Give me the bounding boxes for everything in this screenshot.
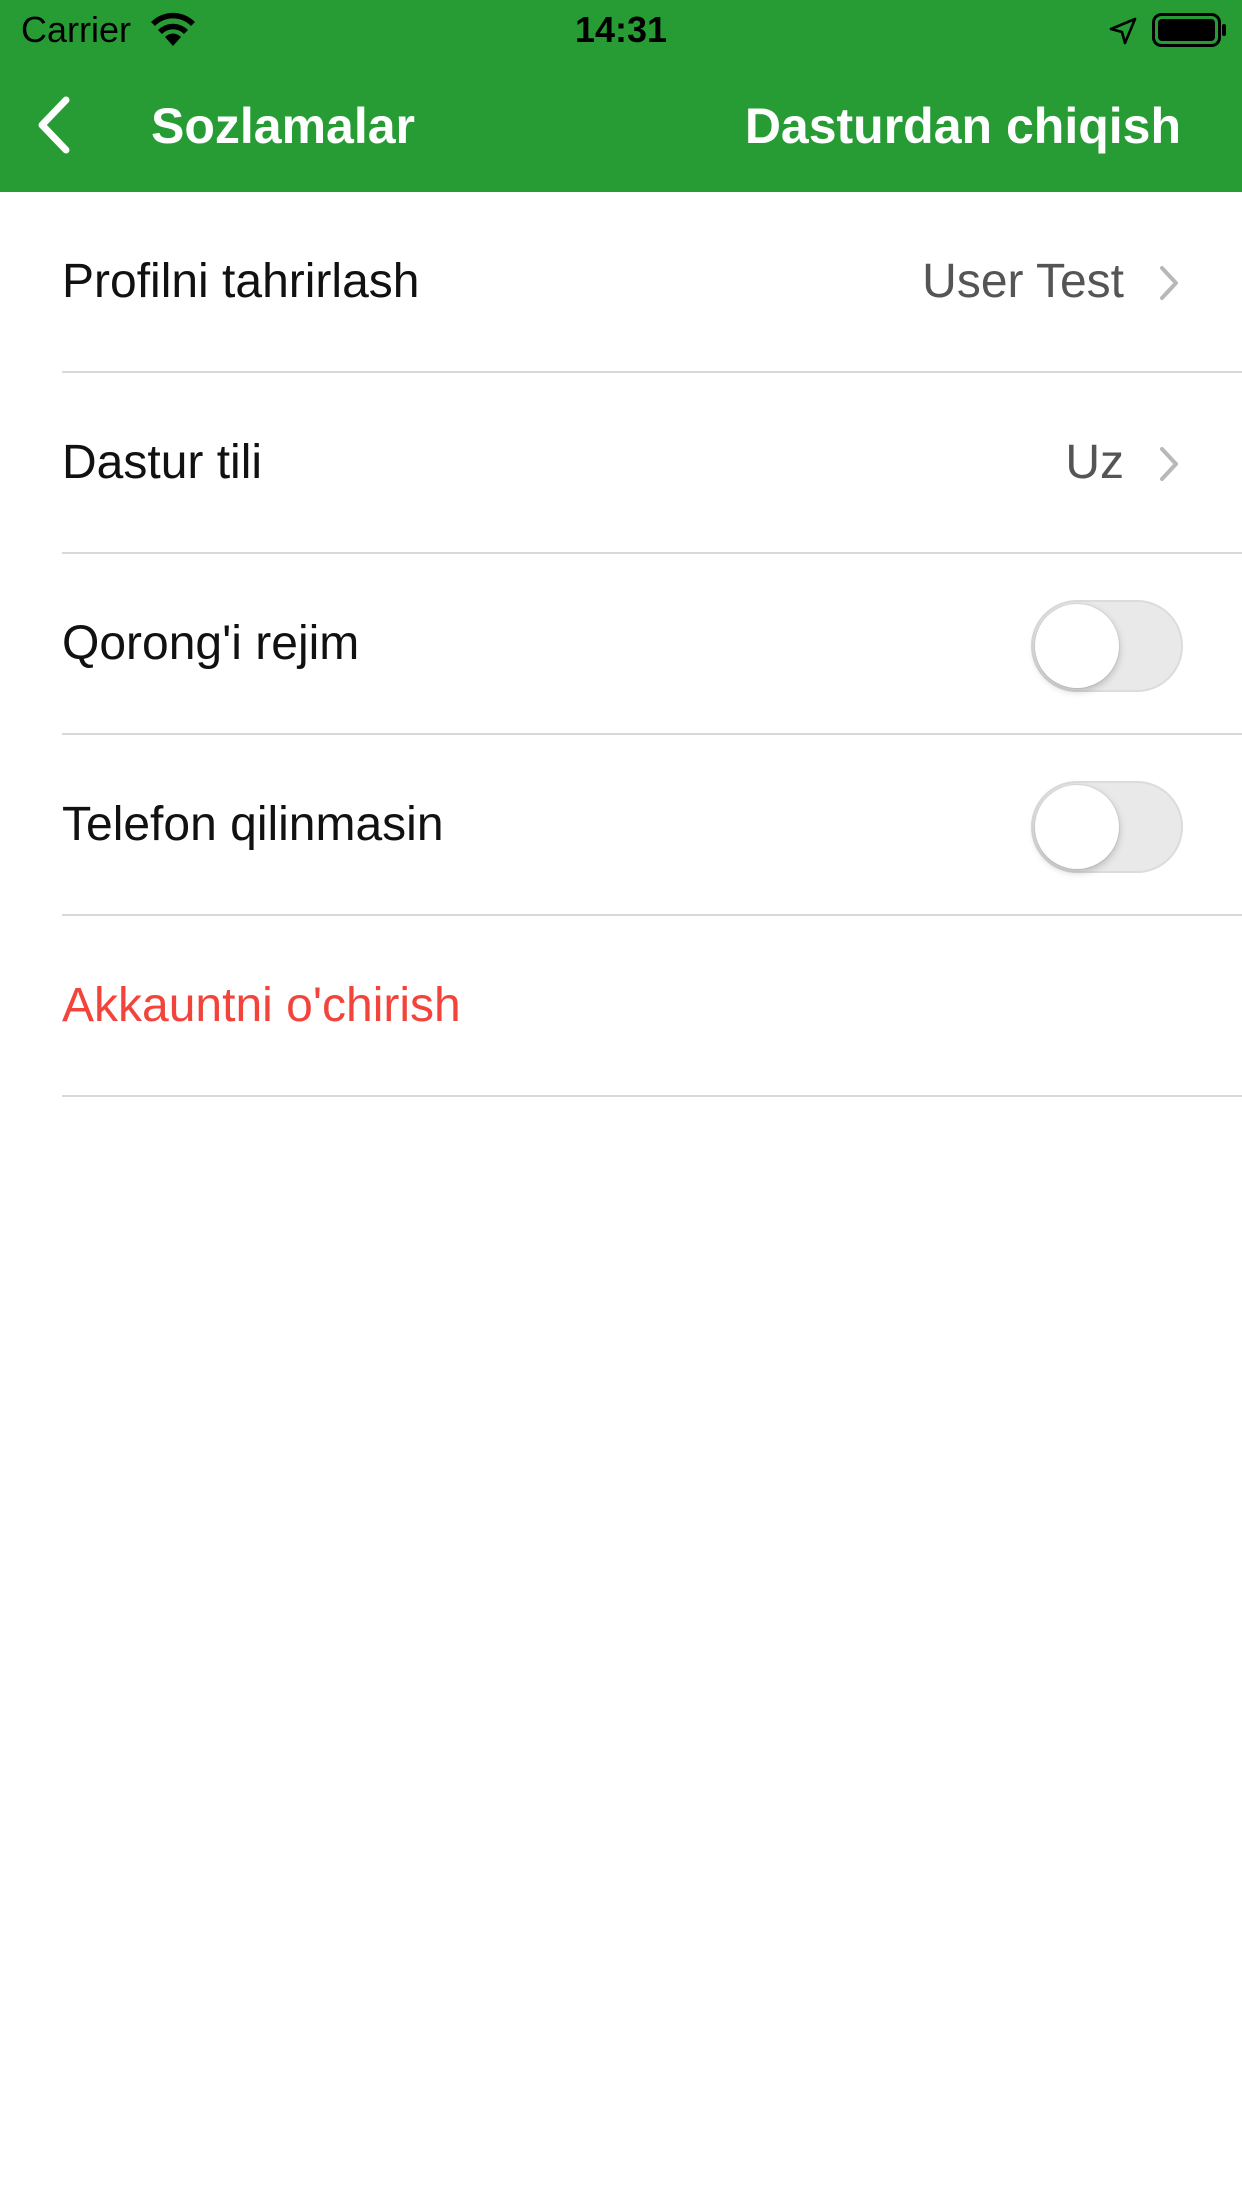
delete-account-label: Akkauntni o'chirish bbox=[62, 979, 461, 1032]
logout-button[interactable]: Dasturdan chiqish bbox=[745, 96, 1181, 156]
dark-mode-row: Qorong'i rejim bbox=[62, 554, 1242, 735]
location-arrow-icon bbox=[1109, 17, 1137, 45]
page-title: Sozlamalar bbox=[151, 98, 416, 154]
app-language-label: Dastur tili bbox=[62, 436, 263, 489]
battery-icon bbox=[1152, 13, 1226, 47]
settings-list: Profilni tahrirlash User Test Dastur til… bbox=[0, 192, 1242, 1097]
delete-account-row[interactable]: Akkauntni o'chirish bbox=[62, 916, 1242, 1097]
toggle-knob bbox=[1035, 785, 1119, 869]
do-not-call-row: Telefon qilinmasin bbox=[62, 735, 1242, 916]
do-not-call-label: Telefon qilinmasin bbox=[62, 798, 444, 851]
dark-mode-label: Qorong'i rejim bbox=[62, 617, 360, 670]
toggle-knob bbox=[1035, 604, 1119, 688]
edit-profile-value: User Test bbox=[922, 255, 1124, 308]
edit-profile-row[interactable]: Profilni tahrirlash User Test bbox=[62, 192, 1242, 373]
back-chevron-icon[interactable] bbox=[30, 94, 80, 156]
nav-bar: Sozlamalar Dasturdan chiqish bbox=[0, 60, 1242, 192]
chevron-right-icon bbox=[1160, 266, 1178, 300]
edit-profile-label: Profilni tahrirlash bbox=[62, 255, 420, 308]
dark-mode-toggle[interactable] bbox=[1031, 600, 1183, 692]
status-bar: Carrier 14:31 bbox=[0, 0, 1242, 60]
app-language-value: Uz bbox=[1065, 436, 1124, 489]
do-not-call-toggle[interactable] bbox=[1031, 781, 1183, 873]
app-language-row[interactable]: Dastur tili Uz bbox=[62, 373, 1242, 554]
chevron-right-icon bbox=[1160, 447, 1178, 481]
status-time: 14:31 bbox=[574, 9, 668, 50]
